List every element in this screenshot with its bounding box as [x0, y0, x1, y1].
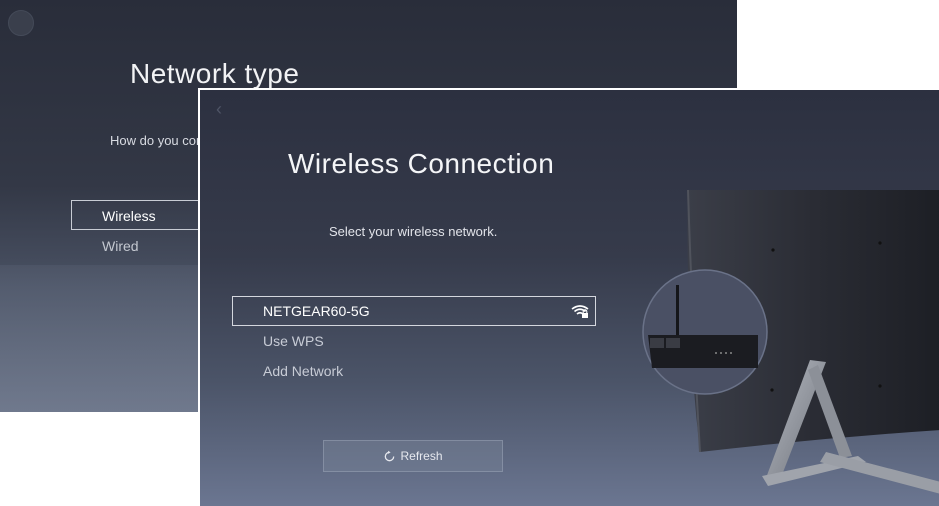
- back-button-icon[interactable]: [8, 10, 34, 36]
- network-item-use-wps[interactable]: Use WPS: [232, 326, 596, 356]
- refresh-icon: [385, 450, 395, 461]
- refresh-label: Refresh: [400, 449, 443, 463]
- page-subtitle: Select your wireless network.: [329, 224, 498, 239]
- page-subtitle: How do you con: [110, 133, 204, 148]
- network-label: Use WPS: [263, 333, 324, 349]
- network-item-add-network[interactable]: Add Network: [232, 356, 596, 386]
- refresh-button[interactable]: Refresh: [323, 440, 503, 472]
- network-label: NETGEAR60-5G: [263, 303, 370, 319]
- network-item-netgear60-5g[interactable]: NETGEAR60-5G: [232, 296, 596, 326]
- network-list: NETGEAR60-5G Use WPS Add Network: [232, 296, 596, 386]
- option-wired[interactable]: Wired: [102, 238, 139, 254]
- network-label: Add Network: [263, 363, 344, 379]
- wireless-connection-screen: ‹ Wireless Connection Select your wirele…: [198, 88, 939, 506]
- wifi-lock-icon: [571, 305, 589, 318]
- chevron-left-icon[interactable]: ‹: [216, 100, 230, 118]
- page-title: Network type: [130, 58, 300, 89]
- option-label: Wireless: [102, 208, 156, 224]
- page-title: Wireless Connection: [288, 148, 555, 179]
- tv-router-illustration: [642, 190, 939, 494]
